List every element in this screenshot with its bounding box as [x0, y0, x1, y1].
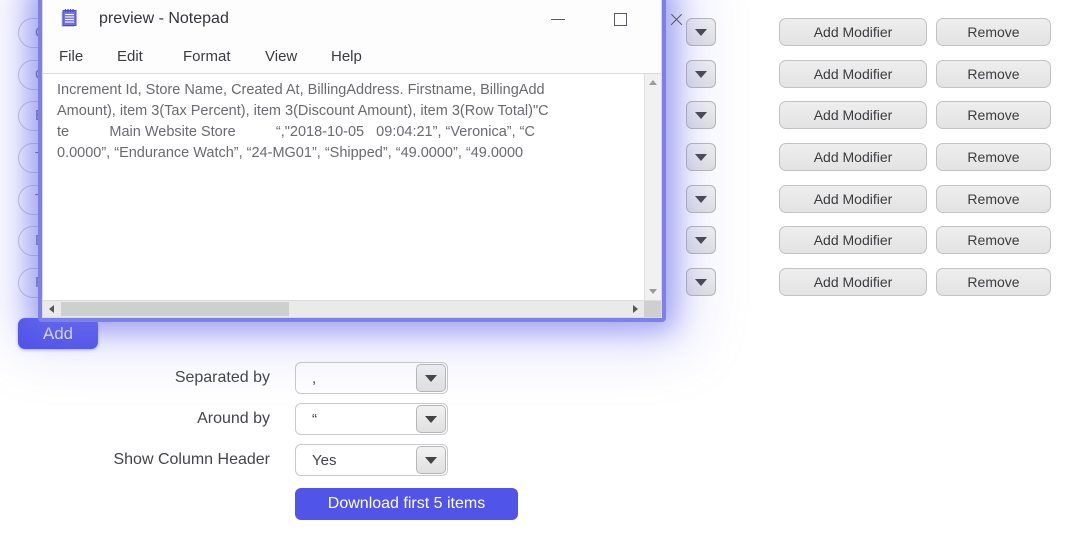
notepad-menu-bar: File Edit Format View Help [43, 40, 661, 73]
scrollbar-corner [644, 301, 661, 317]
notepad-text-line: 0.0000”, “Endurance Watch”, “24-MG01”, “… [57, 145, 524, 161]
add-modifier-button[interactable]: Add Modifier [779, 60, 927, 88]
close-icon [669, 12, 684, 27]
remove-button[interactable]: Remove [936, 143, 1051, 171]
remove-label: Remove [967, 24, 1020, 40]
remove-button[interactable]: Remove [936, 226, 1051, 254]
select-0[interactable]: , [295, 362, 448, 394]
notepad-text-line: te Main Website Store “,"2018-10-05 09:0… [57, 124, 535, 140]
notepad-text-content: Increment Id, Store Name, Created At, Bi… [57, 80, 639, 164]
notepad-icon [59, 8, 80, 29]
select-value: “ [312, 411, 317, 428]
chevron-down-icon[interactable] [686, 226, 716, 254]
add-modifier-button[interactable]: Add Modifier [779, 226, 927, 254]
menu-item-edit[interactable]: Edit [117, 40, 143, 73]
maximize-button[interactable] [597, 5, 643, 33]
remove-button[interactable]: Remove [936, 101, 1051, 129]
remove-label: Remove [967, 191, 1020, 207]
add-modifier-button[interactable]: Add Modifier [779, 268, 927, 296]
scroll-up-arrow-icon[interactable] [645, 74, 661, 91]
select-2[interactable]: Yes [295, 444, 448, 476]
menu-item-file[interactable]: File [59, 40, 83, 73]
add-modifier-label: Add Modifier [813, 232, 893, 248]
notepad-text-area[interactable]: Increment Id, Store Name, Created At, Bi… [43, 73, 661, 317]
remove-button[interactable]: Remove [936, 185, 1051, 213]
add-modifier-button[interactable]: Add Modifier [779, 143, 927, 171]
add-button-label: Add [42, 323, 74, 343]
form-row: Show Column Header Yes [0, 444, 460, 476]
notepad-text-line: Amount), item 3(Tax Percent), item 3(Dis… [57, 103, 549, 119]
chevron-down-icon[interactable] [416, 446, 446, 474]
horizontal-scrollbar[interactable] [43, 300, 661, 317]
notepad-window[interactable]: preview - Notepad File Edit Format View Help… [42, 0, 662, 318]
maximize-icon [613, 12, 627, 26]
remove-label: Remove [967, 232, 1020, 248]
add-modifier-label: Add Modifier [813, 24, 893, 40]
vertical-scrollbar[interactable] [644, 74, 661, 300]
chevron-down-icon[interactable] [416, 405, 446, 433]
remove-button[interactable]: Remove [936, 18, 1051, 46]
menu-item-help[interactable]: Help [331, 40, 362, 73]
minimize-icon [551, 18, 565, 20]
add-modifier-button[interactable]: Add Modifier [779, 101, 927, 129]
remove-label: Remove [967, 274, 1020, 290]
notepad-text-line: Increment Id, Store Name, Created At, Bi… [57, 82, 545, 98]
add-modifier-label: Add Modifier [813, 274, 893, 290]
select-value: Yes [312, 452, 337, 469]
add-modifier-label: Add Modifier [813, 149, 893, 165]
remove-label: Remove [967, 149, 1020, 165]
chevron-down-icon[interactable] [686, 60, 716, 88]
download-first-5-items-button[interactable]: Download first 5 items [295, 488, 518, 520]
form-row: Separated by, [0, 362, 460, 394]
form-label: Around by [197, 410, 270, 427]
chevron-down-icon[interactable] [416, 364, 446, 392]
chevron-down-icon[interactable] [686, 101, 716, 129]
scroll-down-arrow-icon[interactable] [645, 283, 661, 300]
scroll-left-arrow-icon[interactable] [43, 301, 60, 317]
scroll-right-arrow-icon[interactable] [627, 301, 644, 317]
menu-item-view[interactable]: View [265, 40, 297, 73]
remove-label: Remove [967, 66, 1020, 82]
add-modifier-label: Add Modifier [813, 66, 893, 82]
form-row: Around by “ [0, 403, 460, 435]
menu-item-format[interactable]: Format [183, 40, 231, 73]
close-button[interactable] [653, 5, 699, 33]
remove-button[interactable]: Remove [936, 268, 1051, 296]
chevron-down-icon[interactable] [686, 268, 716, 296]
select-1[interactable]: “ [295, 403, 448, 435]
add-button[interactable]: Add [18, 318, 98, 349]
select-value: , [312, 370, 317, 387]
minimize-button[interactable] [535, 5, 581, 33]
chevron-down-icon[interactable] [686, 185, 716, 213]
notepad-title: preview - Notepad [99, 10, 229, 27]
add-modifier-label: Add Modifier [813, 191, 893, 207]
remove-button[interactable]: Remove [936, 60, 1051, 88]
add-modifier-label: Add Modifier [813, 107, 893, 123]
add-modifier-button[interactable]: Add Modifier [779, 185, 927, 213]
horizontal-scrollbar-thumb[interactable] [61, 302, 289, 316]
remove-label: Remove [967, 107, 1020, 123]
chevron-down-icon[interactable] [686, 143, 716, 171]
form-label: Show Column Header [113, 451, 270, 468]
notepad-title-bar[interactable]: preview - Notepad [43, 0, 661, 40]
form-label: Separated by [174, 369, 270, 386]
screen-root: QtAdd ModifierRemoveQtAdd ModifierRemove… [0, 0, 1068, 541]
download-button-label: Download first 5 items [327, 495, 486, 512]
add-modifier-button[interactable]: Add Modifier [779, 18, 927, 46]
